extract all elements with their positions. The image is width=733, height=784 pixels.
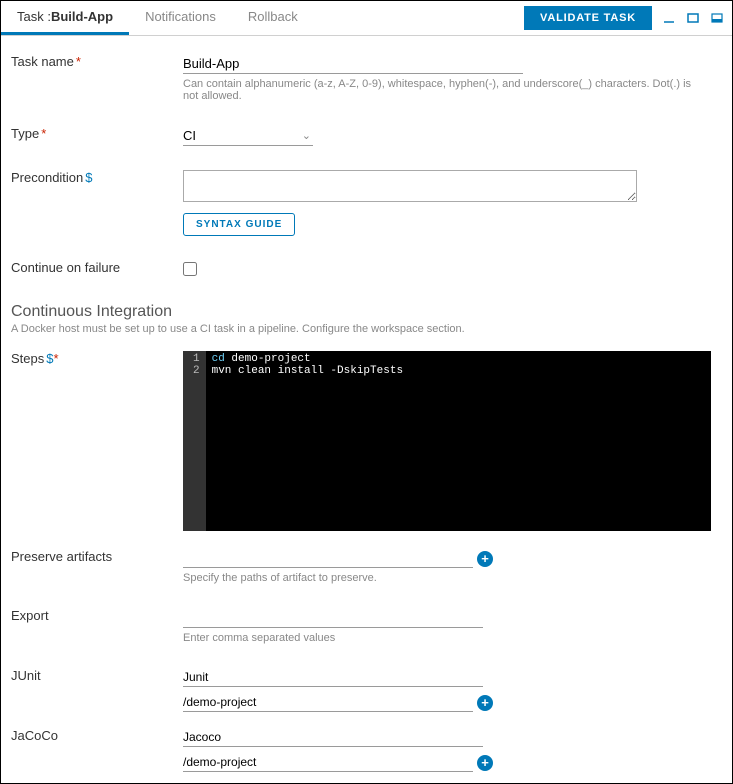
code-content: cd demo-project mvn clean install -Dskip… — [206, 351, 409, 531]
export-input[interactable] — [183, 608, 483, 628]
task-name-help: Can contain alphanumeric (a-z, A-Z, 0-9)… — [183, 78, 693, 102]
ci-section-title: Continuous Integration — [11, 303, 722, 321]
add-artifact-button[interactable]: + — [477, 551, 493, 567]
minimize-icon[interactable] — [662, 11, 676, 25]
export-label: Export — [11, 608, 183, 623]
maximize-icon[interactable] — [686, 11, 700, 25]
add-junit-button[interactable]: + — [477, 695, 493, 711]
tab-notifications[interactable]: Notifications — [129, 1, 232, 35]
task-name-input[interactable] — [183, 54, 523, 74]
continue-on-failure-checkbox[interactable] — [183, 262, 197, 276]
preserve-artifacts-help: Specify the paths of artifact to preserv… — [183, 572, 693, 584]
junit-label: JUnit — [11, 668, 183, 683]
type-select[interactable] — [183, 126, 313, 146]
content: Task name* Can contain alphanumeric (a-z… — [1, 36, 732, 780]
tab-rollback[interactable]: Rollback — [232, 1, 314, 35]
preserve-artifacts-input[interactable] — [183, 549, 473, 568]
code-gutter: 12 — [183, 351, 206, 531]
jacoco-label: JaCoCo — [11, 728, 183, 743]
junit-path-input[interactable] — [183, 693, 473, 712]
jacoco-name-input[interactable] — [183, 728, 483, 747]
type-label: Type* — [11, 126, 183, 141]
preserve-artifacts-label: Preserve artifacts — [11, 549, 183, 564]
dock-icon[interactable] — [710, 11, 724, 25]
tabs: Task :Build-App Notifications Rollback — [1, 1, 314, 35]
tab-task-prefix: Task : — [17, 9, 51, 24]
steps-label: Steps$* — [11, 351, 183, 366]
header-actions: VALIDATE TASK — [524, 6, 724, 30]
ci-section-desc: A Docker host must be set up to use a CI… — [11, 323, 722, 335]
syntax-guide-button[interactable]: SYNTAX GUIDE — [183, 213, 295, 236]
validate-task-button[interactable]: VALIDATE TASK — [524, 6, 652, 30]
junit-name-input[interactable] — [183, 668, 483, 687]
header: Task :Build-App Notifications Rollback V… — [1, 1, 732, 36]
tab-task-name: Build-App — [51, 9, 113, 24]
add-jacoco-button[interactable]: + — [477, 755, 493, 771]
continue-on-failure-label: Continue on failure — [11, 260, 183, 275]
precondition-input[interactable] — [183, 170, 637, 202]
precondition-label: Precondition$ — [11, 170, 183, 185]
tab-task[interactable]: Task :Build-App — [1, 1, 129, 35]
jacoco-path-input[interactable] — [183, 753, 473, 772]
task-name-label: Task name* — [11, 54, 183, 69]
export-help: Enter comma separated values — [183, 632, 693, 644]
steps-code-editor[interactable]: 12 cd demo-project mvn clean install -Ds… — [183, 351, 711, 531]
